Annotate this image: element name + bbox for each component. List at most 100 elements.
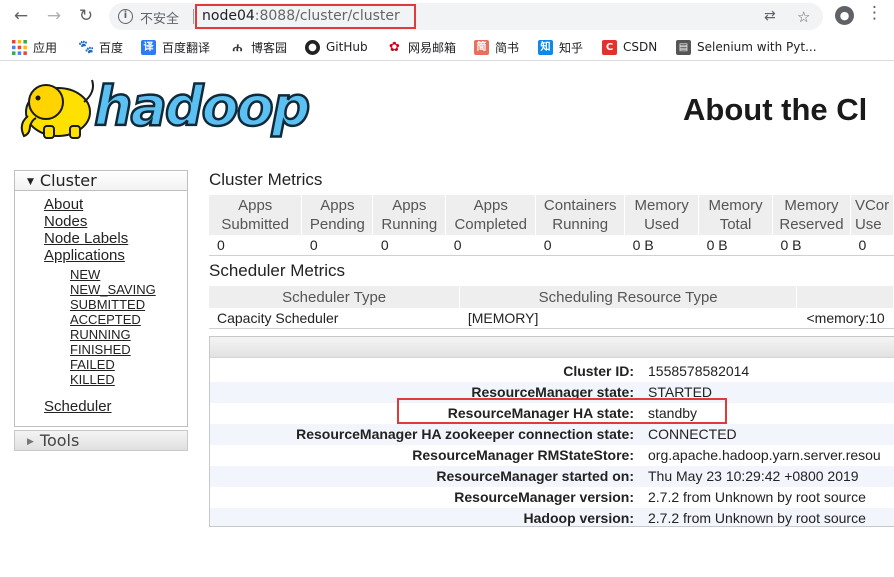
browser-menu-icon[interactable]: ⋮ xyxy=(866,3,883,23)
info-value: org.apache.hadoop.yarn.server.resou xyxy=(648,447,881,463)
column-header[interactable]: VCor Use xyxy=(850,195,894,235)
scheduler-metrics-table: Scheduler Type Scheduling Resource Type … xyxy=(209,286,894,329)
bookmark-label: GitHub xyxy=(326,40,368,54)
column-header[interactable]: Memory Total xyxy=(698,195,773,235)
bookmark-selenium[interactable]: ▤ Selenium with Pyt... xyxy=(676,38,817,56)
nav-link-applications[interactable]: Applications xyxy=(44,247,125,264)
column-header[interactable]: Scheduler Type xyxy=(209,286,461,308)
tools-nav-header[interactable]: ▶ Tools xyxy=(14,430,188,451)
cluster-metrics-title: Cluster Metrics xyxy=(209,170,323,189)
info-row-rm-ha-state: ResourceManager HA state: standby xyxy=(210,403,894,424)
profile-avatar-icon[interactable]: ● xyxy=(835,6,854,25)
info-label: ResourceManager HA state: xyxy=(447,405,634,421)
nav-link-app-state[interactable]: FINISHED xyxy=(70,342,131,357)
info-row-rm-statestore: ResourceManager RMStateStore: org.apache… xyxy=(210,445,894,466)
bookmark-label: 百度翻译 xyxy=(162,40,211,55)
nav-link-scheduler[interactable]: Scheduler xyxy=(44,398,112,415)
bookmark-163-mail[interactable]: ✿ 网易邮箱 xyxy=(387,38,456,56)
column-header[interactable] xyxy=(796,286,894,308)
table-cell: 0 xyxy=(301,235,373,256)
bookmark-csdn[interactable]: C CSDN xyxy=(602,38,657,56)
nav-link-app-state[interactable]: SUBMITTED xyxy=(70,297,145,312)
column-header[interactable]: Memory Reserved xyxy=(772,195,851,235)
bookmark-label: 网易邮箱 xyxy=(408,40,457,55)
nav-link-app-state[interactable]: FAILED xyxy=(70,357,115,372)
reload-icon[interactable]: ↻ xyxy=(74,4,98,28)
info-value: 1558578582014 xyxy=(648,363,750,379)
info-label: ResourceManager state: xyxy=(471,384,634,400)
column-header[interactable]: Memory Used xyxy=(624,195,700,235)
omnibox-divider xyxy=(193,9,194,24)
bookmark-cnblogs[interactable]: ሐ 博客园 xyxy=(230,38,287,56)
info-label: ResourceManager started on: xyxy=(436,468,634,484)
netease-mail-icon: ✿ xyxy=(387,39,402,55)
header-line-1: Memory xyxy=(784,197,839,214)
header-line-2: Total xyxy=(719,216,752,233)
back-arrow-icon[interactable]: ← xyxy=(9,4,33,28)
url-host: node04 xyxy=(202,8,255,24)
bookmark-jianshu[interactable]: 简 简书 xyxy=(474,38,519,56)
table-cell: 0 xyxy=(372,235,446,256)
apps-grid-icon xyxy=(12,39,27,55)
info-row-rm-started: ResourceManager started on: Thu May 23 1… xyxy=(210,466,894,487)
column-header[interactable]: Apps Running xyxy=(372,195,447,235)
table-cell: 0 B xyxy=(698,235,773,256)
page-title: About the Cl xyxy=(683,92,868,127)
cnblogs-icon: ሐ xyxy=(230,39,245,55)
nav-link-app-state[interactable]: KILLED xyxy=(70,372,115,387)
nav-link-node-labels[interactable]: Node Labels xyxy=(44,230,128,247)
column-header[interactable]: Apps Completed xyxy=(445,195,537,235)
table-cell: <memory:10 xyxy=(796,308,894,329)
browser-toolbar: ← → ↻ i 不安全 node04:8088/cluster/cluster … xyxy=(0,0,894,32)
selenium-doc-icon: ▤ xyxy=(676,39,691,55)
cluster-info-header xyxy=(210,337,894,358)
forward-arrow-icon[interactable]: → xyxy=(42,4,66,28)
header-line-1: VCor xyxy=(854,197,890,214)
header-line-2: Running xyxy=(381,216,438,233)
bookmark-baidu[interactable]: 🐾 百度 xyxy=(78,38,123,56)
header-line-2: Use xyxy=(854,216,882,233)
bookmark-zhihu[interactable]: 知 知乎 xyxy=(538,38,583,56)
nav-link-nodes[interactable]: Nodes xyxy=(44,213,87,230)
nav-link-app-state[interactable]: NEW xyxy=(70,267,100,282)
bookmark-github[interactable]: ● GitHub xyxy=(305,38,368,56)
cluster-info-panel: Cluster ID: 1558578582014 ResourceManage… xyxy=(209,336,894,527)
table-cell: [MEMORY] xyxy=(459,308,797,329)
header-line-2: Reserved xyxy=(779,216,844,233)
bookmark-label: 知乎 xyxy=(559,40,584,55)
hadoop-logo: hadoop xyxy=(14,72,314,144)
nav-link-app-state[interactable]: NEW_SAVING xyxy=(70,282,156,297)
header-line-1: Apps xyxy=(320,197,355,214)
header-line-2: Running xyxy=(552,216,609,233)
bookmark-apps[interactable]: 应用 xyxy=(12,38,57,56)
header-line-2: Completed xyxy=(454,216,528,233)
column-header[interactable]: Scheduling Resource Type xyxy=(459,286,797,308)
header-line-1: Apps xyxy=(238,197,273,214)
cluster-nav-header[interactable]: ▼ Cluster xyxy=(15,171,187,191)
table-cell: 0 B xyxy=(624,235,699,256)
address-bar[interactable]: i 不安全 node04:8088/cluster/cluster ⇄ ☆ xyxy=(109,3,823,30)
bookmarks-bar: 应用 🐾 百度 译 百度翻译 ሐ 博客园 ● GitHub ✿ 网易邮箱 简 简… xyxy=(0,33,894,61)
info-icon[interactable]: i xyxy=(118,9,133,24)
info-value: standby xyxy=(648,405,698,421)
table-cell: 0 xyxy=(209,235,302,256)
bookmark-star-icon[interactable]: ☆ xyxy=(797,8,810,26)
translate-page-icon[interactable]: ⇄ xyxy=(764,8,776,24)
nav-link-app-state[interactable]: ACCEPTED xyxy=(70,312,141,327)
info-row-hadoop-version: Hadoop version: 2.7.2 from Unknown by ro… xyxy=(210,508,894,526)
bookmark-baidu-translate[interactable]: 译 百度翻译 xyxy=(141,38,210,56)
table-cell: Capacity Scheduler xyxy=(209,308,460,329)
nav-link-about[interactable]: About xyxy=(44,196,83,213)
nav-link-app-state[interactable]: RUNNING xyxy=(70,327,131,342)
info-row-rm-version: ResourceManager version: 2.7.2 from Unkn… xyxy=(210,487,894,508)
column-header[interactable]: Apps Pending xyxy=(301,195,374,235)
info-value: CONNECTED xyxy=(648,426,737,442)
triangle-right-icon: ▶ xyxy=(27,437,34,447)
url-text[interactable]: node04:8088/cluster/cluster xyxy=(195,4,416,29)
header-line-1: Apps xyxy=(392,197,427,214)
cluster-nav-panel: ▼ Cluster About Nodes Node Labels Applica… xyxy=(14,170,188,427)
column-header[interactable]: Containers Running xyxy=(535,195,626,235)
column-header[interactable]: Apps Submitted xyxy=(209,195,303,235)
table-cell: 0 xyxy=(850,235,894,256)
header-line-1: Memory xyxy=(708,197,763,214)
